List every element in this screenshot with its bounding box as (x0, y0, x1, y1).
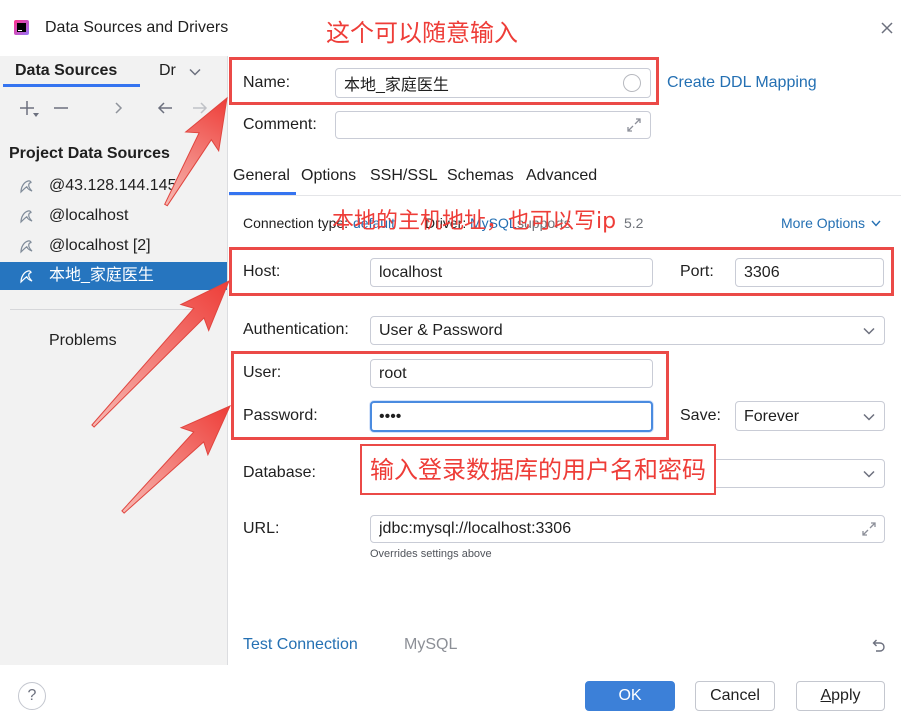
list-item-datasource-selected[interactable]: 本地_家庭医生 (0, 262, 227, 290)
create-ddl-mapping-link[interactable]: Create DDL Mapping (667, 73, 817, 93)
mysql-icon (18, 268, 34, 284)
driver-name: MySQL (404, 636, 458, 653)
mysql-icon (18, 178, 34, 194)
tab-strip-border (229, 195, 901, 196)
window-title: Data Sources and Drivers (45, 19, 229, 36)
save-value: Forever (744, 408, 800, 425)
problems-item[interactable]: Problems (49, 331, 117, 351)
tab-general[interactable]: General (233, 166, 290, 186)
active-tab-indicator (229, 192, 296, 195)
revert-icon[interactable] (870, 637, 886, 653)
authentication-value: User & Password (379, 322, 503, 339)
list-item-datasource[interactable]: @localhost (0, 202, 227, 230)
divider (10, 309, 218, 310)
tab-schemas[interactable]: Schemas (447, 166, 514, 186)
tab-options[interactable]: Options (301, 166, 356, 186)
more-options-link[interactable]: More Options (781, 214, 865, 232)
cancel-button[interactable]: Cancel (695, 681, 775, 711)
tab-drivers[interactable]: Dr (159, 61, 176, 81)
tab-data-sources[interactable]: Data Sources (15, 61, 117, 81)
chevron-down-icon[interactable] (871, 220, 881, 227)
forward-arrow-icon[interactable] (192, 100, 208, 116)
back-arrow-icon[interactable] (157, 100, 173, 116)
annotation-name-note: 这个可以随意输入 (326, 19, 518, 47)
test-connection-link[interactable]: Test Connection (243, 635, 358, 655)
list-item-datasource[interactable]: @43.128.144.145 (0, 172, 227, 200)
comment-label: Comment: (243, 116, 317, 133)
apply-button[interactable]: Apply (796, 681, 885, 711)
mysql-icon (18, 238, 34, 254)
tab-ssh-ssl[interactable]: SSH/SSL (370, 166, 438, 186)
annotation-box-name (229, 57, 659, 105)
section-title: Project Data Sources (9, 145, 170, 162)
url-label: URL: (243, 520, 280, 537)
list-item-label: @localhost (49, 207, 129, 224)
chevron-down-icon[interactable] (189, 68, 201, 76)
driver-version: 5.2 (624, 215, 644, 231)
authentication-dropdown[interactable]: User & Password (370, 316, 885, 345)
save-dropdown[interactable]: Forever (735, 401, 885, 431)
annotation-credentials-note: 输入登录数据库的用户名和密码 (370, 456, 706, 484)
active-tab-indicator (3, 84, 140, 87)
help-button[interactable]: ? (18, 682, 46, 710)
url-field[interactable] (370, 515, 885, 543)
list-item-label: @43.128.144.145 (49, 177, 177, 194)
annotation-credentials-box: 输入登录数据库的用户名和密码 (360, 444, 716, 495)
expand-icon[interactable] (110, 100, 126, 116)
expand-field-icon[interactable] (861, 521, 877, 537)
list-item-datasource[interactable]: @localhost [2] (0, 232, 227, 260)
button-bar: ? OK Cancel Apply (0, 665, 901, 722)
apply-button-label: Apply (820, 687, 861, 704)
chevron-down-icon (863, 470, 875, 478)
comment-field[interactable] (335, 111, 651, 139)
list-item-label: 本地_家庭医生 (49, 267, 154, 284)
url-hint: Overrides settings above (370, 548, 492, 560)
tab-advanced[interactable]: Advanced (526, 166, 597, 186)
add-dropdown-icon[interactable] (33, 113, 39, 117)
authentication-label: Authentication: (243, 321, 349, 338)
annotation-box-host (229, 247, 894, 296)
mysql-icon (18, 208, 34, 224)
database-label: Database: (243, 464, 316, 481)
chevron-down-icon (863, 327, 875, 335)
sidebar: Data Sources Dr Project Data Sources @43… (0, 56, 228, 665)
list-item-label: @localhost [2] (49, 237, 151, 254)
chevron-down-icon (863, 413, 875, 421)
remove-icon[interactable] (53, 100, 69, 116)
ok-button[interactable]: OK (585, 681, 675, 711)
annotation-box-credentials (231, 351, 669, 440)
annotation-host-note: 本地的主机地址，也可以写ip (332, 209, 617, 234)
expand-field-icon[interactable] (626, 117, 642, 133)
datagrip-icon (14, 20, 29, 35)
save-label: Save: (680, 407, 721, 424)
close-icon[interactable] (880, 21, 894, 35)
